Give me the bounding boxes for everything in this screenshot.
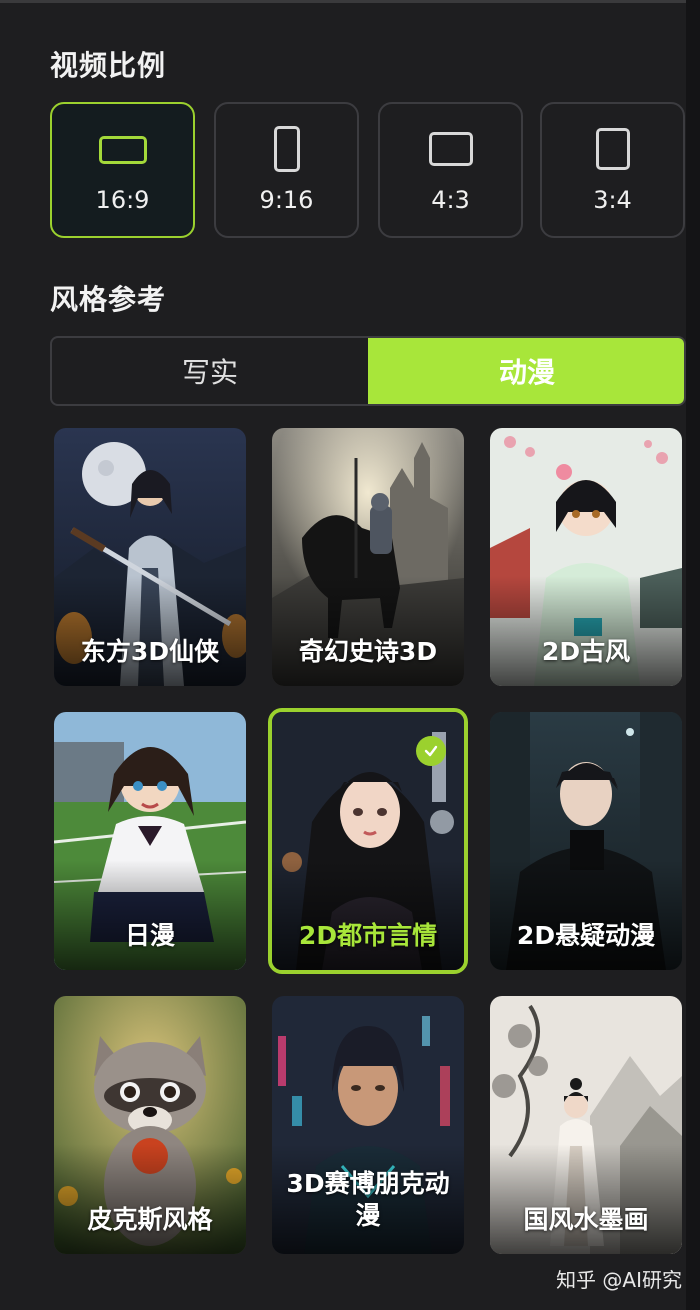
card-shade: [54, 576, 246, 686]
ratio-option-4-3[interactable]: 4:3: [378, 102, 523, 238]
ratio-label: 9:16: [259, 186, 314, 214]
ratio-label: 16:9: [95, 186, 150, 214]
card-shade: [54, 860, 246, 970]
style-card-2d-urban-romance[interactable]: 2D都市言情: [268, 708, 468, 974]
style-card-label: 2D悬疑动漫: [516, 921, 656, 950]
portrait-3-4-icon: [595, 128, 630, 170]
style-card-label: 国风水墨画: [523, 1205, 649, 1234]
ratio-label: 4:3: [431, 186, 470, 214]
card-shade: [272, 576, 464, 686]
card-shade: [490, 1144, 682, 1254]
style-card-label: 皮克斯风格: [87, 1205, 213, 1234]
style-reference-title: 风格参考: [50, 283, 167, 316]
style-card-label: 3D赛博朋克动漫: [286, 1169, 450, 1230]
ratio-option-16-9[interactable]: 16:9: [50, 102, 195, 238]
ratio-option-3-4[interactable]: 3:4: [540, 102, 685, 238]
ratio-label: 3:4: [593, 186, 632, 214]
settings-panel: 视频比例 16:9 9:16 4:3 3:4 风格参考 写实 动漫 东方3D仙侠…: [0, 0, 700, 1310]
style-card-ink-painting[interactable]: 国风水墨画: [490, 996, 682, 1254]
card-shade: [272, 860, 464, 970]
style-card-2d-mystery-anime[interactable]: 2D悬疑动漫: [490, 712, 682, 970]
card-shade: [490, 576, 682, 686]
style-type-toggle: 写实 动漫: [50, 336, 686, 406]
top-divider: [0, 0, 700, 3]
style-card-label: 东方3D仙侠: [80, 637, 220, 666]
style-card-2d-ancient[interactable]: 2D古风: [490, 428, 682, 686]
style-card-label: 奇幻史诗3D: [298, 637, 438, 666]
card-shade: [54, 1144, 246, 1254]
right-edge: [686, 0, 700, 1310]
tab-anime[interactable]: 动漫: [368, 338, 684, 404]
landscape-4-3-icon: [428, 132, 473, 166]
watermark-text: 知乎 @AI研究: [556, 1268, 682, 1292]
style-card-label: 2D古风: [541, 637, 631, 666]
style-card-label: 2D都市言情: [298, 921, 438, 950]
selected-check-icon: [416, 736, 446, 766]
aspect-ratio-title: 视频比例: [50, 49, 167, 82]
portrait-9-16-icon: [273, 126, 300, 172]
card-shade: [490, 860, 682, 970]
style-card-epic-fantasy-3d[interactable]: 奇幻史诗3D: [272, 428, 464, 686]
style-card-pixar[interactable]: 皮克斯风格: [54, 996, 246, 1254]
style-card-japanese-anime[interactable]: 日漫: [54, 712, 246, 970]
tab-realistic[interactable]: 写实: [52, 338, 368, 404]
landscape-16-9-icon: [98, 136, 147, 164]
style-card-label: 日漫: [124, 921, 175, 950]
style-card-3d-cyberpunk-anime[interactable]: 3D赛博朋克动漫: [272, 996, 464, 1254]
ratio-option-9-16[interactable]: 9:16: [214, 102, 359, 238]
style-card-eastern-3d-xianxia[interactable]: 东方3D仙侠: [54, 428, 246, 686]
